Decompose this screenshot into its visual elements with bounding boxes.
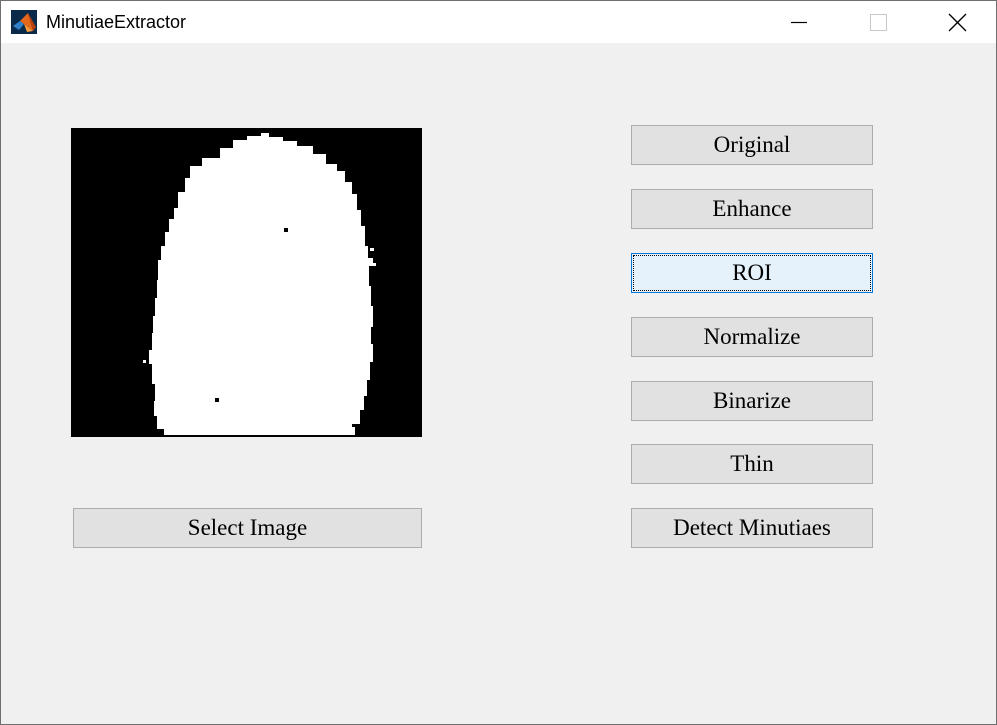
select-image-button[interactable]: Select Image bbox=[73, 508, 422, 548]
window-title: MinutiaeExtractor bbox=[46, 12, 187, 32]
original-button[interactable]: Original bbox=[631, 125, 873, 165]
minimize-icon bbox=[791, 21, 807, 24]
thin-button[interactable]: Thin bbox=[631, 444, 873, 484]
roi-button[interactable]: ROI bbox=[631, 253, 873, 293]
enhance-button[interactable]: Enhance bbox=[631, 189, 873, 229]
matlab-icon bbox=[11, 10, 37, 34]
binarize-button[interactable]: Binarize bbox=[631, 381, 873, 421]
normalize-button[interactable]: Normalize bbox=[631, 317, 873, 357]
close-icon bbox=[948, 13, 967, 32]
maximize-button[interactable] bbox=[839, 1, 919, 43]
maximize-icon bbox=[870, 14, 887, 31]
roi-mask-image bbox=[71, 128, 422, 437]
title-bar[interactable]: MinutiaeExtractor bbox=[1, 1, 996, 43]
fingerprint-image-axes bbox=[71, 128, 422, 437]
close-button[interactable] bbox=[918, 1, 997, 43]
detect-minutiaes-button[interactable]: Detect Minutiaes bbox=[631, 508, 873, 548]
minimize-button[interactable] bbox=[759, 1, 839, 43]
